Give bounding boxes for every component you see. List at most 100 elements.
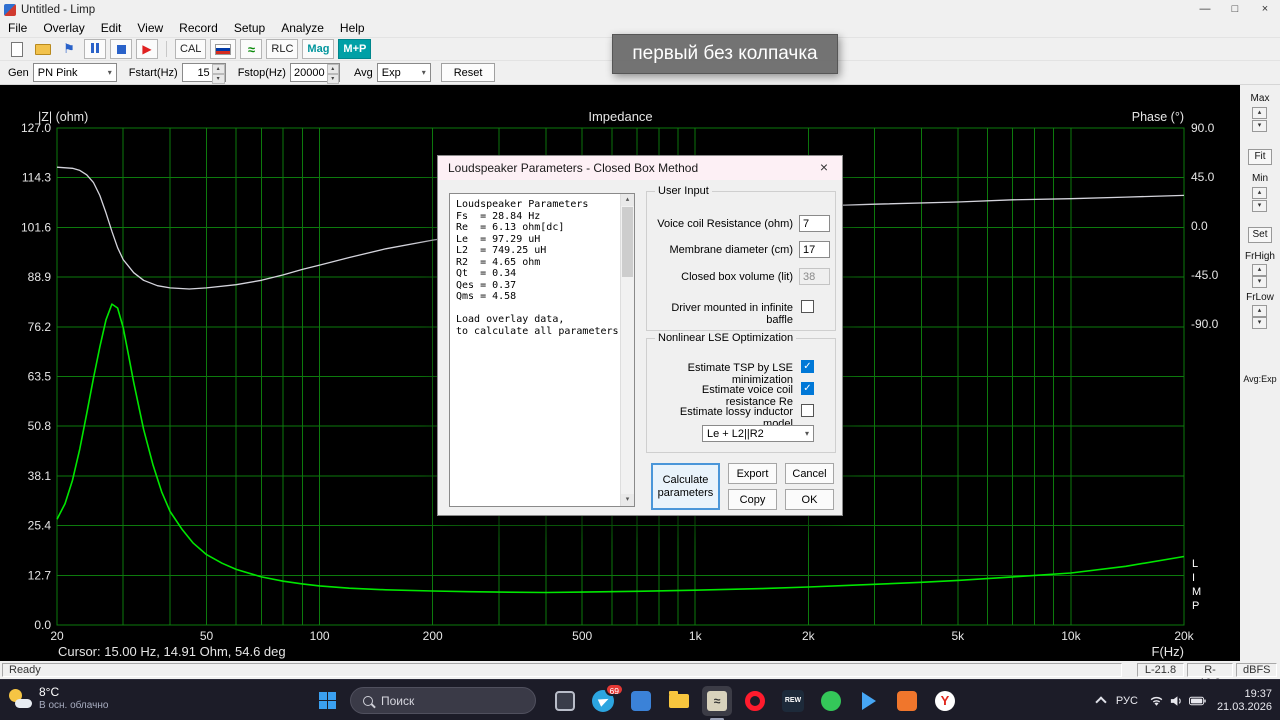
fstart-spinner[interactable]: ▴ ▾ — [211, 64, 225, 84]
opera-icon — [745, 690, 765, 711]
export-button[interactable]: Export — [728, 463, 777, 484]
cancel-button[interactable]: Cancel — [785, 463, 834, 484]
minimize-button[interactable]: — — [1190, 0, 1220, 19]
waveform-icon: ≈ — [247, 41, 255, 57]
left-level-indicator: L-21.8 — [1137, 663, 1184, 677]
fstop-spinner[interactable]: ▴ ▾ — [326, 64, 339, 84]
inductor-model-select[interactable]: Le + L2||R2 ▾ — [702, 425, 814, 442]
membrane-diameter-input[interactable] — [799, 241, 830, 258]
frlow-down-button[interactable]: ▾ — [1252, 317, 1267, 329]
svg-text:F(Hz): F(Hz) — [1152, 644, 1185, 659]
fstart-input[interactable]: 15 ▴ ▾ — [181, 63, 226, 84]
infinite-baffle-checkbox[interactable] — [801, 300, 814, 313]
max-down-button[interactable]: ▾ — [1252, 120, 1267, 132]
desktop: Untitled - Limp — □ × File Overlay Edit Vie… — [0, 0, 1280, 720]
svg-text:0.0: 0.0 — [1191, 219, 1208, 233]
svg-text:5k: 5k — [951, 629, 965, 643]
taskbar-player-button[interactable] — [854, 686, 884, 716]
menu-analyze[interactable]: Analyze — [273, 19, 332, 37]
menu-overlay[interactable]: Overlay — [35, 19, 92, 37]
reset-button[interactable]: Reset — [440, 63, 496, 82]
title-bar[interactable]: Untitled - Limp — □ × — [0, 0, 1280, 19]
menu-file[interactable]: File — [0, 19, 35, 37]
max-label: Max — [1250, 93, 1270, 104]
frhigh-up-button[interactable]: ▴ — [1252, 264, 1267, 276]
avg-select[interactable]: Exp ▾ — [376, 63, 431, 82]
stop-icon — [116, 44, 126, 54]
spin-down-icon[interactable]: ▾ — [326, 74, 339, 84]
voice-coil-resistance-input[interactable] — [799, 215, 830, 232]
rlc-button[interactable]: RLC — [266, 39, 299, 59]
taskbar-green-app-button[interactable] — [816, 686, 846, 716]
overlay-button[interactable]: ⚑ — [58, 39, 80, 59]
copy-button[interactable]: Copy — [728, 489, 777, 510]
estimate-re-checkbox[interactable]: ✓ — [801, 382, 814, 395]
spin-down-icon[interactable]: ▾ — [211, 74, 225, 84]
search-box[interactable]: Поиск — [350, 687, 536, 714]
menu-help[interactable]: Help — [332, 19, 373, 37]
estimate-re-label: Estimate voice coil resistance Re — [701, 384, 793, 408]
scroll-down-icon[interactable]: ▾ — [621, 494, 634, 506]
magnitude-button[interactable]: Mag — [302, 39, 335, 59]
estimate-lossy-checkbox[interactable] — [801, 404, 814, 417]
spin-up-icon[interactable]: ▴ — [211, 64, 225, 74]
set-button[interactable]: Set — [1248, 227, 1272, 243]
min-up-button[interactable]: ▴ — [1252, 187, 1267, 199]
magnitude-phase-button[interactable]: M+P — [338, 39, 372, 59]
taskbar-explorer-button[interactable] — [664, 686, 694, 716]
generator-stop-button[interactable] — [110, 39, 132, 59]
start-button[interactable] — [312, 686, 342, 716]
ok-button[interactable]: OK — [785, 489, 834, 510]
parameters-scrollbar[interactable]: ▴ ▾ — [620, 194, 634, 506]
generator-type-select[interactable]: PN Pink ▾ — [32, 63, 117, 82]
menu-record[interactable]: Record — [171, 19, 226, 37]
calculate-parameters-button[interactable]: Calculate parameters — [651, 463, 720, 510]
close-button[interactable]: × — [1250, 0, 1280, 19]
parameters-textarea[interactable]: Loudspeaker Parameters Fs = 28.84 Hz Re … — [449, 193, 635, 507]
taskbar-taskview-button[interactable] — [550, 686, 580, 716]
taskbar-rew-button[interactable]: REW — [778, 686, 808, 716]
svg-text:25.4: 25.4 — [28, 519, 52, 533]
fit-button[interactable]: Fit — [1248, 149, 1272, 165]
language-indicator[interactable]: РУС — [1116, 695, 1138, 707]
tray-chevron-icon[interactable] — [1095, 696, 1107, 708]
clock-widget[interactable]: 19:37 21.03.2026 — [1217, 688, 1272, 714]
menu-view[interactable]: View — [129, 19, 171, 37]
oscilloscope-button[interactable]: ≈ — [240, 39, 263, 59]
record-button[interactable]: ▶ — [136, 39, 158, 59]
frhigh-down-button[interactable]: ▾ — [1252, 276, 1267, 288]
scrollbar-thumb[interactable] — [622, 207, 633, 277]
open-file-button[interactable] — [32, 39, 54, 59]
svg-text:0.0: 0.0 — [34, 618, 51, 632]
new-file-button[interactable] — [6, 39, 28, 59]
fstart-value: 15 — [197, 67, 210, 79]
taskbar-limp-button[interactable]: ≈ — [702, 685, 732, 720]
menu-edit[interactable]: Edit — [93, 19, 130, 37]
tray-status-icons[interactable] — [1149, 695, 1206, 707]
maximize-button[interactable]: □ — [1220, 0, 1250, 19]
dialog-title-bar[interactable]: Loudspeaker Parameters - Closed Box Meth… — [438, 156, 842, 180]
taskbar-opera-button[interactable] — [740, 686, 770, 716]
calibrate-button[interactable]: CAL — [175, 39, 207, 59]
svg-text:Phase (°): Phase (°) — [1132, 110, 1184, 124]
fstop-input[interactable]: 20000 ▴ ▾ — [289, 63, 340, 84]
max-up-button[interactable]: ▴ — [1252, 107, 1267, 119]
frlow-up-button[interactable]: ▴ — [1252, 305, 1267, 317]
taskbar-blue-app-button[interactable] — [626, 686, 656, 716]
russian-flag-icon — [215, 43, 232, 55]
weather-widget[interactable]: 8°C В осн. облачно — [8, 685, 108, 713]
dialog-close-button[interactable]: × — [806, 156, 842, 180]
svg-text:114.3: 114.3 — [22, 171, 51, 185]
estimate-tsp-checkbox[interactable]: ✓ — [801, 360, 814, 373]
window-app-icon — [555, 690, 575, 711]
language-flag-button[interactable] — [210, 39, 237, 59]
min-down-button[interactable]: ▾ — [1252, 200, 1267, 212]
taskbar-yandex-button[interactable]: Y — [930, 686, 960, 716]
spin-up-icon[interactable]: ▴ — [326, 64, 339, 74]
generator-pause-button[interactable] — [84, 39, 106, 59]
taskbar-orange-app-button[interactable] — [892, 686, 922, 716]
scroll-up-icon[interactable]: ▴ — [621, 194, 634, 206]
menu-setup[interactable]: Setup — [226, 19, 273, 37]
closed-box-volume-label: Closed box volume (lit) — [681, 271, 793, 283]
taskbar-telegram-button[interactable]: 69 — [588, 682, 624, 716]
